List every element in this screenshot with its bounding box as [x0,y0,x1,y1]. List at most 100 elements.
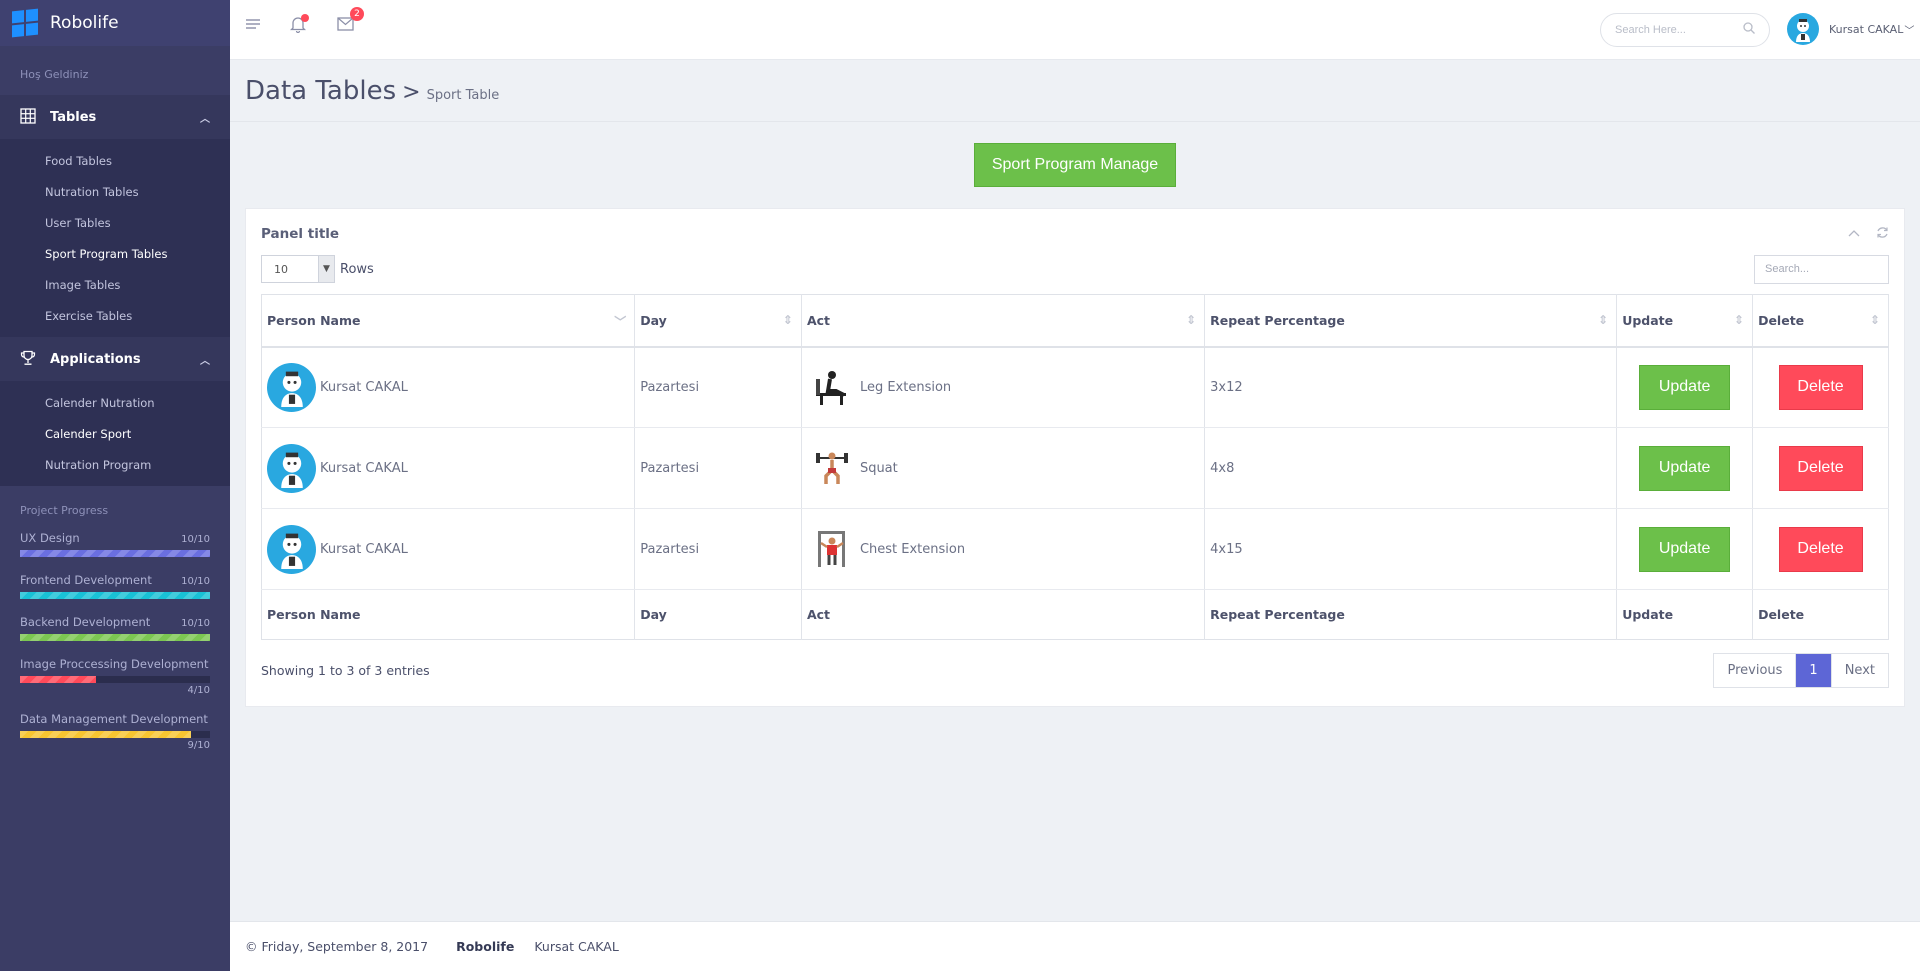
breadcrumb[interactable]: Sport Table [427,88,500,103]
sort-icon: ⇕ [1186,313,1197,327]
footer-label-update: Update [1616,589,1754,640]
act-name: Leg Extension [859,379,952,395]
search-icon[interactable] [1743,22,1755,38]
sort-icon: ⇕ [1598,313,1609,327]
person-name: Kursat CAKAL [320,379,408,395]
progress-bar [20,731,210,738]
delete-button[interactable]: Delete [1778,364,1863,410]
day-cell: Pazartesi [634,346,802,428]
brand-name: Robolife [50,13,119,33]
progress-row: Data Management Development [20,712,210,726]
bell-icon[interactable] [289,14,309,37]
leg-extension-exercise-icon [810,365,854,409]
sort-icon: ⇕ [782,313,793,327]
progress-label: Data Management Development [20,712,208,726]
panel-title: Panel title [261,226,340,242]
sort-desc-icon: ﹀ [614,315,627,329]
sport-program-manage-button[interactable]: Sport Program Manage [973,143,1177,187]
sidebar: Robolife Hoş Geldiniz Tables ︿ Food Tabl… [0,0,230,971]
sidebar-item-sport-program-tables[interactable]: Sport Program Tables [0,238,230,269]
sidebar-item-exercise-tables[interactable]: Exercise Tables [0,300,230,331]
table-search-input[interactable] [1754,254,1889,284]
progress-row: UX Design 10/10 [20,531,210,545]
progress-value: 10/10 [181,576,210,587]
sort-icon: ⇕ [1734,313,1745,327]
sidebar-item-food-tables[interactable]: Food Tables [0,145,230,176]
column-header-update[interactable]: Update ⇕ [1616,294,1754,348]
footer-date: © Friday, September 8, 2017 [245,939,429,954]
pagination-page-1[interactable]: 1 [1795,654,1831,687]
collapse-icon[interactable] [1848,226,1860,242]
column-label: Update [1622,312,1674,328]
top-search-input[interactable] [1615,24,1735,36]
pagination-previous[interactable]: Previous [1714,654,1796,687]
column-header-day[interactable]: Day ⇕ [634,294,802,348]
column-header-act[interactable]: Act ⇕ [801,294,1206,348]
notification-dot [301,14,309,22]
footer-brand[interactable]: Robolife [456,939,514,954]
chevron-up-icon: ︿ [200,113,210,125]
user-name: Kursat CAKAL [1829,22,1904,36]
sidebar-item-calender-nutration[interactable]: Calender Nutration [0,387,230,418]
avatar [267,443,316,493]
page-footer: © Friday, September 8, 2017 Robolife Kur… [230,921,1920,971]
column-header-repeat-percentage[interactable]: Repeat Percentage ⇕ [1204,294,1618,348]
user-menu[interactable]: Kursat CAKAL ﹀ [1787,13,1914,45]
progress-item: Data Management Development 9/10 [0,712,230,751]
trophy-icon [20,350,38,368]
column-label: Delete [1758,312,1805,328]
data-panel: Panel title 10 ▼ Rows Search... Person N… [245,208,1905,707]
delete-button[interactable]: Delete [1778,526,1863,572]
person-name: Kursat CAKAL [320,541,408,557]
chevron-down-icon[interactable]: ▼ [318,256,334,282]
sidebar-section-applications[interactable]: Applications ︿ [0,337,230,381]
update-button[interactable]: Update [1639,364,1731,410]
pagination-next[interactable]: Next [1830,654,1888,687]
day-cell: Pazartesi [634,427,802,509]
update-button[interactable]: Update [1639,445,1731,491]
progress-bar [20,634,210,641]
progress-fill [20,592,210,599]
rows-per-page-select[interactable]: 10 ▼ [261,255,335,283]
mail-icon[interactable]: 2 [337,7,364,35]
chest-extension-exercise-icon [810,527,854,571]
progress-fill [20,550,210,557]
sidebar-item-nutration-program[interactable]: Nutration Program [0,449,230,480]
applications-submenu: Calender Nutration Calender Sport Nutrat… [0,381,230,486]
table-grid-icon [20,108,38,126]
footer-label-repeat-percentage: Repeat Percentage [1204,589,1618,640]
update-button[interactable]: Update [1639,526,1731,572]
tables-submenu: Food Tables Nutration Tables User Tables… [0,139,230,337]
column-label: Repeat Percentage [1210,312,1345,328]
squat-exercise-icon [810,446,854,490]
sidebar-item-nutration-tables[interactable]: Nutration Tables [0,176,230,207]
column-header-delete[interactable]: Delete ⇕ [1752,294,1889,348]
welcome-text: Hoş Geldiniz [20,68,89,81]
sidebar-item-calender-sport[interactable]: Calender Sport [0,418,230,449]
repeat-cell: 3x12 [1204,346,1618,428]
progress-bar [20,676,210,683]
table-row: Kursat CAKAL Pazartesi Chest Extension 4… [261,508,1889,590]
hamburger-menu-icon[interactable] [245,16,261,36]
act-name: Squat [859,460,898,476]
brand[interactable]: Robolife [0,0,230,46]
progress-row: Backend Development 10/10 [20,615,210,629]
windows-logo-icon [12,8,38,38]
sidebar-section-label: Applications [50,351,141,367]
sidebar-item-user-tables[interactable]: User Tables [0,207,230,238]
progress-row: 9/10 [20,740,210,751]
sidebar-item-image-tables[interactable]: Image Tables [0,269,230,300]
progress-label: UX Design [20,531,80,545]
progress-title: Project Progress [20,504,109,517]
column-header-person-name[interactable]: Person Name ﹀ [261,294,636,348]
progress-list: UX Design 10/10 Frontend Development 10/10 B… [0,531,230,751]
progress-value: 10/10 [181,534,210,545]
avatar [267,362,316,412]
footer-label-delete: Delete [1752,589,1889,640]
sidebar-section-tables[interactable]: Tables ︿ [0,95,230,139]
footer-author: Kursat CAKAL [534,939,619,954]
person-name: Kursat CAKAL [320,460,408,476]
delete-button[interactable]: Delete [1778,445,1863,491]
refresh-icon[interactable] [1876,226,1889,242]
progress-fill [20,634,210,641]
